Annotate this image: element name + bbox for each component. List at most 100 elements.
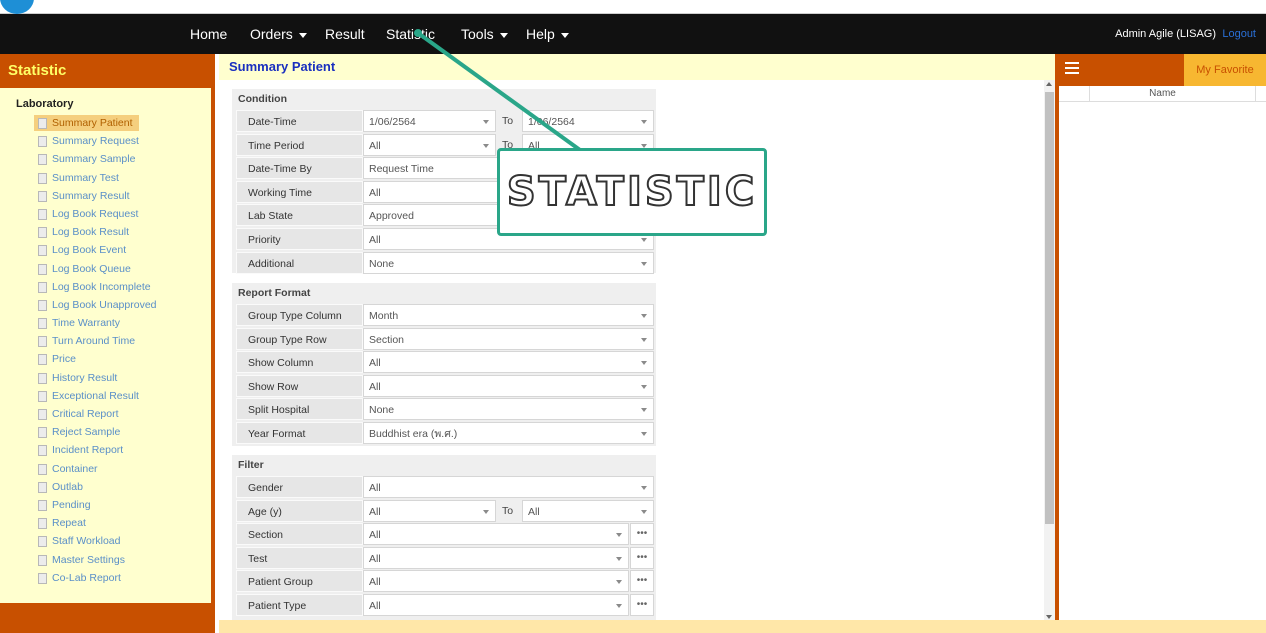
form-row-group-type-column: Group Type Column Month (232, 303, 656, 327)
sidebar-item-price[interactable]: Price (0, 350, 211, 368)
document-icon (38, 299, 47, 311)
dropdown-arrow-icon (641, 261, 647, 266)
sidebar-item-summary-sample[interactable]: Summary Sample (0, 150, 211, 168)
dropdown-arrow-icon (641, 314, 647, 318)
sidebar-item-history-result[interactable]: History Result (0, 369, 211, 387)
nav-statistic[interactable]: Statistic (386, 14, 435, 54)
report-format-title: Report Format (238, 287, 311, 299)
nav-result[interactable]: Result (325, 14, 365, 54)
gender-value: All (369, 482, 381, 494)
sidebar-item-log-book-unapproved[interactable]: Log Book Unapproved (0, 296, 211, 314)
field-select[interactable]: All (363, 570, 629, 593)
field-select[interactable]: None (363, 398, 654, 421)
date-to-field[interactable]: 1/06/2564 (522, 110, 654, 132)
age-to-label: To (502, 504, 514, 517)
form-row-split-hospital: Split Hospital None (232, 397, 656, 421)
app-window: Home Orders Result Statistic Tools Help … (0, 0, 1266, 633)
nav-result-label: Result (325, 26, 365, 42)
favorites-panel: My Favorite Name (1055, 54, 1266, 620)
time-period-from-select[interactable]: All (363, 133, 496, 156)
field-select[interactable]: All (363, 593, 629, 616)
more-options-button[interactable]: ••• (630, 593, 654, 616)
field-value: Section (369, 333, 405, 346)
sidebar-item-summary-patient[interactable]: Summary Patient (0, 114, 211, 132)
dropdown-arrow-icon (641, 509, 647, 514)
logout-link[interactable]: Logout (1222, 14, 1256, 54)
sidebar-item-master-settings[interactable]: Master Settings (0, 551, 211, 569)
sidebar-item-critical-report[interactable]: Critical Report (0, 405, 211, 423)
more-options-button[interactable]: ••• (630, 570, 654, 593)
sidebar-item-log-book-result[interactable]: Log Book Result (0, 223, 211, 241)
sidebar-item-pending[interactable]: Pending (0, 496, 211, 514)
scroll-down-icon[interactable] (1046, 615, 1052, 619)
age-to-select[interactable]: All (522, 499, 654, 522)
sidebar-item-log-book-request[interactable]: Log Book Request (0, 205, 211, 223)
sidebar-item-container[interactable]: Container (0, 460, 211, 478)
age-to-value: All (528, 505, 540, 518)
statistic-callout: STATISTIC (497, 148, 767, 236)
gender-select[interactable]: All (363, 476, 654, 498)
field-select[interactable]: All (363, 523, 629, 546)
document-icon (38, 409, 47, 420)
more-options-button[interactable]: ••• (630, 523, 654, 546)
nav-home-label: Home (190, 26, 228, 42)
field-label: Year Format (236, 421, 363, 444)
sidebar-item-repeat[interactable]: Repeat (0, 514, 211, 532)
field-select[interactable]: All (363, 374, 654, 397)
caret-down-icon (298, 32, 307, 38)
document-icon (38, 372, 47, 384)
dropdown-arrow-icon (641, 143, 647, 148)
date-from-field[interactable]: 1/06/2564 (363, 110, 496, 132)
column-separator (1089, 86, 1090, 102)
document-icon (38, 354, 47, 366)
nav-tools[interactable]: Tools (461, 14, 508, 54)
main-scrollbar[interactable] (1044, 80, 1055, 633)
sidebar-item-exceptional-result[interactable]: Exceptional Result (0, 387, 211, 405)
user-name: Admin Agile (LISAG) (1115, 28, 1216, 40)
field-label: Split Hospital (236, 398, 363, 421)
field-label: Patient Group (236, 570, 363, 593)
nav-orders-label: Orders (250, 26, 293, 42)
sidebar-list: Summary Patient Summary Request Summary Sa… (0, 114, 211, 587)
sidebar-item-reject-sample[interactable]: Reject Sample (0, 423, 211, 441)
sidebar-item-label: Log Book Request (52, 207, 139, 220)
sidebar-item-summary-result[interactable]: Summary Result (0, 187, 211, 205)
sidebar-item-log-book-queue[interactable]: Log Book Queue (0, 260, 211, 278)
age-from-select[interactable]: All (363, 499, 496, 522)
sidebar-item-turn-around-time[interactable]: Turn Around Time (0, 332, 211, 350)
scroll-up-icon[interactable] (1046, 82, 1052, 86)
sidebar-item-label: Summary Test (52, 171, 119, 184)
field-select[interactable]: Section (363, 327, 654, 350)
sidebar-item-log-book-event[interactable]: Log Book Event (0, 241, 211, 259)
sidebar-item-summary-request[interactable]: Summary Request (0, 132, 211, 150)
field-select[interactable]: All (363, 546, 629, 569)
sidebar-item-time-warranty[interactable]: Time Warranty (0, 314, 211, 332)
page-title: Summary Patient (219, 54, 1055, 80)
hamburger-menu-icon[interactable] (1065, 62, 1079, 76)
nav-orders[interactable]: Orders (250, 14, 307, 54)
field-select[interactable]: Month (363, 304, 654, 326)
document-icon (38, 481, 47, 493)
sidebar-item-log-book-incomplete[interactable]: Log Book Incomplete (0, 278, 211, 296)
name-column-label: Name (1149, 88, 1176, 99)
sidebar-item-summary-test[interactable]: Summary Test (0, 169, 211, 187)
scroll-thumb[interactable] (1045, 92, 1054, 524)
field-select[interactable]: None (363, 251, 654, 274)
my-favorite-button[interactable]: My Favorite (1184, 54, 1266, 86)
sidebar-item-staff-workload[interactable]: Staff Workload (0, 532, 211, 550)
report-format-rows: Group Type Column Month Group Type Row Sect… (232, 303, 656, 445)
sidebar-item-outlab[interactable]: Outlab (0, 478, 211, 496)
form-row-show-row: Show Row All (232, 374, 656, 398)
field-select[interactable]: Buddhist era (พ.ศ.) (363, 421, 654, 444)
sidebar-item-co-lab-report[interactable]: Co-Lab Report (0, 569, 211, 587)
document-icon (38, 190, 47, 202)
document-icon (38, 318, 47, 330)
dropdown-arrow-icon (641, 431, 647, 436)
nav-home[interactable]: Home (190, 14, 227, 54)
sidebar-item-incident-report[interactable]: Incident Report (0, 441, 211, 459)
dropdown-arrow-icon (641, 120, 647, 124)
more-options-button[interactable]: ••• (630, 546, 654, 569)
field-select[interactable]: All (363, 351, 654, 374)
nav-help[interactable]: Help (526, 14, 569, 54)
document-icon (38, 208, 47, 220)
